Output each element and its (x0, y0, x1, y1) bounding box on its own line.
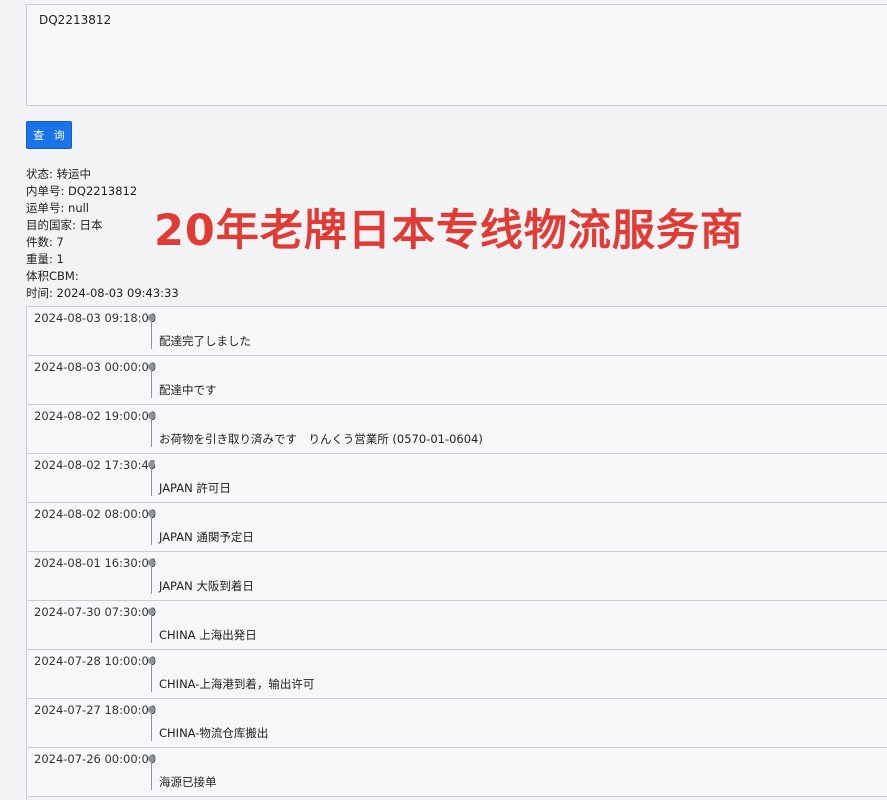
timeline-entry: 2024-08-02 17:30:45 JAPAN 許可日 (28, 454, 887, 503)
info-label: 目的国家: (26, 218, 76, 232)
timeline-description: JAPAN 通関予定日 (159, 530, 254, 544)
info-label: 内单号: (26, 184, 65, 198)
info-label: 重量: (26, 252, 53, 266)
timeline-dot-icon (148, 412, 155, 419)
timeline-description: お荷物を引き取り済みです りんくう営業所 (0570-01-0604) (159, 432, 483, 446)
timeline-entry: 2024-08-03 00:00:00 配達中です (28, 356, 887, 405)
info-label: 运单号: (26, 201, 65, 215)
timeline-date: 2024-08-02 08:00:00 (34, 507, 157, 521)
timeline-date: 2024-08-03 00:00:00 (34, 360, 157, 374)
timeline-dot-icon (148, 657, 155, 664)
timeline-entry: 2024-08-02 08:00:00 JAPAN 通関予定日 (28, 503, 887, 552)
info-value: 7 (56, 235, 64, 249)
timeline-entry: 2024-07-28 10:00:00 CHINA-上海港到着，输出许可 (28, 650, 887, 699)
search-button[interactable]: 查 询 (26, 121, 72, 149)
timeline-dot-icon (148, 755, 155, 762)
timeline-description: CHINA 上海出発日 (159, 628, 257, 642)
info-label: 时间: (26, 286, 53, 300)
timeline-date: 2024-08-03 09:18:00 (34, 311, 157, 325)
timeline-date: 2024-07-27 18:00:00 (34, 703, 157, 717)
info-value: null (68, 201, 89, 215)
timeline-description: 配達中です (159, 383, 217, 397)
info-label: 体积CBM: (26, 269, 79, 283)
timeline-dot-icon (148, 608, 155, 615)
info-label: 件数: (26, 235, 53, 249)
timeline-description: JAPAN 大阪到着日 (159, 579, 254, 593)
timeline-date: 2024-08-01 16:30:00 (34, 556, 157, 570)
timeline-date: 2024-07-28 10:00:00 (34, 654, 157, 668)
tracking-number-textarea[interactable]: DQ2213812 (26, 4, 887, 106)
tracking-number-value: DQ2213812 (39, 13, 112, 27)
timeline-entry: 2024-07-30 07:30:00 CHINA 上海出発日 (28, 601, 887, 650)
timeline-entry: 2024-08-01 16:30:00 JAPAN 大阪到着日 (28, 552, 887, 601)
timeline-entry: 2024-08-02 19:00:00 お荷物を引き取り済みです りんくう営業所 … (28, 405, 887, 454)
timeline-date: 2024-08-02 19:00:00 (34, 409, 157, 423)
timeline-description: 海源已接单 (159, 775, 217, 789)
timeline-date: 2024-08-02 17:30:45 (34, 458, 157, 472)
info-value: 2024-08-03 09:43:33 (56, 286, 179, 300)
info-row-time: 时间: 2024-08-03 09:43:33 (26, 285, 179, 302)
timeline-description: JAPAN 許可日 (159, 481, 231, 495)
promo-banner-text: 20年老牌日本专线物流服务商 (154, 206, 744, 256)
info-value: 转运中 (56, 167, 92, 181)
timeline-dot-icon (148, 363, 155, 370)
timeline-dot-icon (148, 510, 155, 517)
timeline-left-border (26, 306, 27, 800)
timeline-entry: 2024-07-26 00:00:00 海源已接单 (28, 748, 887, 797)
timeline-dot-icon (148, 461, 155, 468)
info-label: 状态: (26, 167, 53, 181)
timeline-dot-icon (148, 559, 155, 566)
info-value: 1 (56, 252, 64, 266)
info-value: DQ2213812 (68, 184, 138, 198)
timeline-description: CHINA-物流仓库搬出 (159, 726, 269, 740)
timeline-date: 2024-07-30 07:30:00 (34, 605, 157, 619)
info-row-volume: 体积CBM: (26, 268, 179, 285)
info-row-status: 状态: 转运中 (26, 166, 179, 183)
timeline-dot-icon (148, 706, 155, 713)
timeline-dot-icon (148, 314, 155, 321)
timeline-description: CHINA-上海港到着，输出许可 (159, 677, 315, 691)
info-value: 日本 (79, 218, 103, 232)
timeline-description: 配達完了しました (159, 334, 251, 348)
tracking-timeline: 2024-08-03 09:18:00 配達完了しました 2024-08-03 0… (28, 306, 887, 797)
timeline-entry: 2024-08-03 09:18:00 配達完了しました (28, 307, 887, 356)
timeline-date: 2024-07-26 00:00:00 (34, 752, 157, 766)
timeline-entry: 2024-07-27 18:00:00 CHINA-物流仓库搬出 (28, 699, 887, 748)
